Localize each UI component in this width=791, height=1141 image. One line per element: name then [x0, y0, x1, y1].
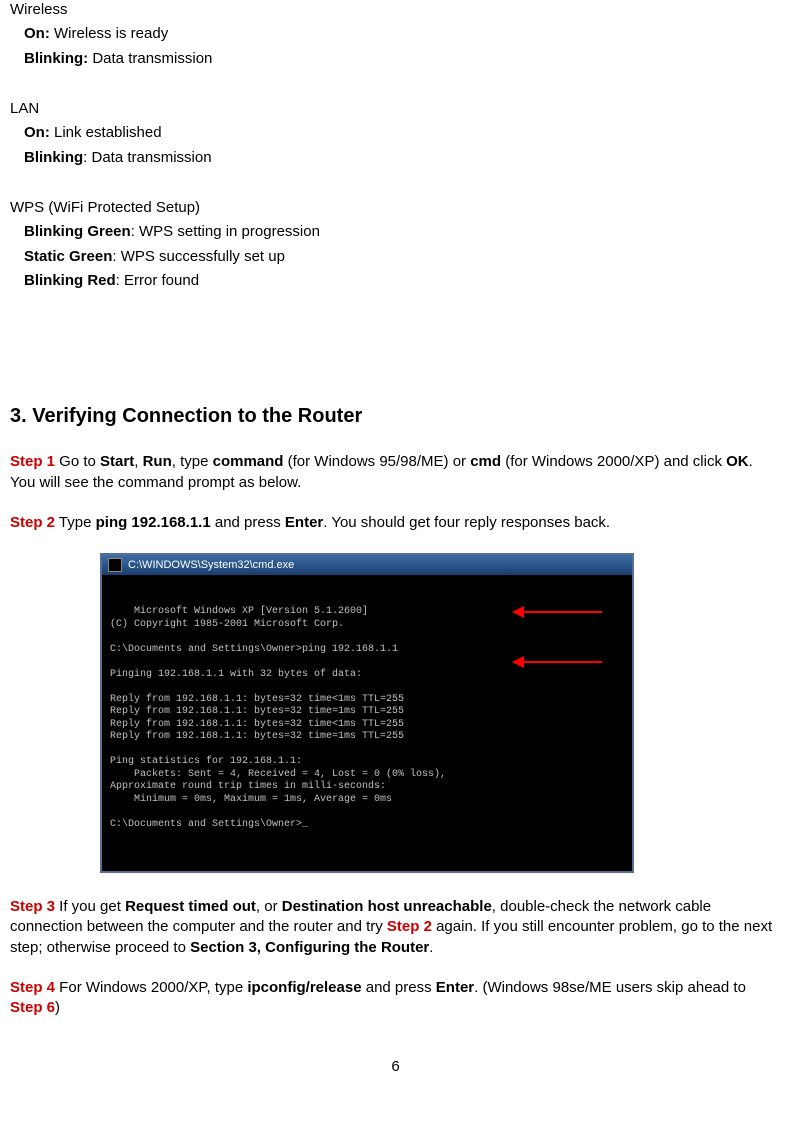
cmd-output: Microsoft Windows XP [Version 5.1.2600] … [110, 606, 446, 830]
led-section: WPS (WiFi Protected Setup) Blinking Green… [10, 198, 781, 315]
led-item: On: Link established [24, 123, 781, 143]
led-section-title: WPS (WiFi Protected Setup) [10, 198, 781, 218]
led-section-title: LAN [10, 99, 781, 119]
step4-text: Step 4 For Windows 2000/XP, type ipconfi… [10, 978, 781, 1019]
annotation-arrow [522, 611, 602, 613]
led-item: On: Wireless is ready [24, 24, 781, 44]
cmd-body: Microsoft Windows XP [Version 5.1.2600] … [102, 575, 632, 871]
led-item: Static Green: WPS successfully set up [24, 247, 781, 267]
cmd-screenshot: C:\WINDOWS\System32\cmd.exe Microsoft Wi… [100, 553, 634, 873]
cmd-titlebar: C:\WINDOWS\System32\cmd.exe [102, 555, 632, 575]
step1-text: Step 1 Go to Start, Run, type command (f… [10, 452, 781, 493]
led-section: LAN On: Link established Blinking: Data tr… [10, 99, 781, 192]
step-label: Step 2 [10, 514, 55, 531]
led-section-title: Wireless [10, 0, 781, 20]
step-label: Step 4 [10, 979, 55, 996]
led-item: Blinking Red: Error found [24, 271, 781, 291]
led-item: Blinking Green: WPS setting in progressi… [24, 222, 781, 242]
step-label: Step 3 [10, 898, 55, 915]
led-item: Blinking: Data transmission [24, 148, 781, 168]
step3-text: Step 3 If you get Request timed out, or … [10, 897, 781, 958]
page-number: 6 [10, 1058, 781, 1075]
step2-text: Step 2 Type ping 192.168.1.1 and press E… [10, 513, 781, 533]
led-status-sections: Wireless On: Wireless is ready Blinking: D… [10, 0, 781, 315]
led-item: Blinking: Data transmission [24, 49, 781, 69]
step-label: Step 1 [10, 453, 55, 470]
annotation-arrow [522, 661, 602, 663]
section-heading: 3. Verifying Connection to the Router [10, 405, 781, 428]
led-section: Wireless On: Wireless is ready Blinking: D… [10, 0, 781, 93]
cmd-icon [108, 558, 122, 572]
cmd-title: C:\WINDOWS\System32\cmd.exe [128, 559, 294, 571]
